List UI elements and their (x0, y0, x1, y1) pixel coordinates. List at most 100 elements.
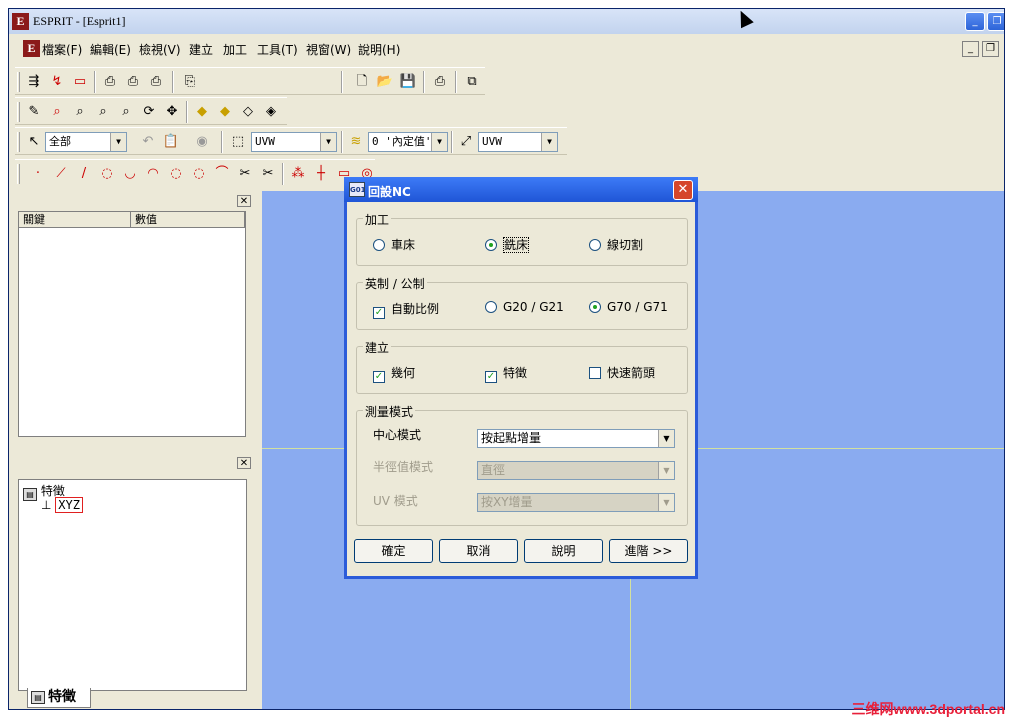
dialog-title: 回設NC (368, 185, 411, 199)
open-folder-icon[interactable]: 📂 (376, 73, 394, 91)
import-icon[interactable]: ⇶ (25, 73, 43, 91)
stop-icon[interactable]: ◉ (193, 133, 211, 151)
pointer-icon[interactable]: ↖ (25, 133, 43, 151)
menu-create[interactable]: 建立 (189, 41, 213, 58)
circle2-icon[interactable]: ◌ (167, 165, 185, 183)
sim3-icon[interactable]: ⎙ (147, 73, 165, 91)
restore-button[interactable]: ❐ (987, 12, 1004, 31)
cross-icon[interactable]: ┼ (312, 165, 330, 183)
layer-combo[interactable]: 0 '內定值' ▼ (368, 132, 448, 152)
sim-icon[interactable]: ⎙ (101, 73, 119, 91)
select-filter-combo[interactable]: 全部 ▼ (45, 132, 127, 152)
pan-icon[interactable]: ✥ (163, 103, 181, 121)
trim-icon[interactable]: ✂ (236, 165, 254, 183)
shade-icon[interactable]: ◆ (193, 103, 211, 121)
rotate-icon[interactable]: ⟳ (140, 103, 158, 121)
arc2-icon[interactable]: ◠ (144, 165, 162, 183)
dialog-close-button[interactable]: ✕ (673, 180, 693, 200)
wireframe-icon[interactable]: ◇ (239, 103, 257, 121)
layer-icon[interactable]: ≋ (347, 133, 365, 151)
workplane-icon[interactable]: ⤢ (457, 133, 475, 151)
sim2-icon[interactable]: ⎙ (124, 73, 142, 91)
radio-wire-edm[interactable]: 線切割 (589, 236, 643, 253)
menu-file[interactable]: 檔案(F) (42, 41, 82, 58)
cancel-button[interactable]: 取消 (439, 539, 518, 563)
radio-g70-g71[interactable]: G70 / G71 (589, 300, 668, 314)
plane-icon[interactable]: ⬚ (229, 133, 247, 151)
center-mode-label: 中心模式 (373, 428, 422, 442)
print-icon[interactable]: ⎙ (431, 73, 449, 91)
fillet-icon[interactable]: ⌒ (213, 165, 231, 183)
draw-icon[interactable]: ✎ (25, 103, 43, 121)
close-icon[interactable]: ✕ (237, 457, 251, 469)
checkbox-label: 快速箭頭 (607, 366, 656, 380)
transform-icon[interactable]: ↯ (48, 73, 66, 91)
point-icon[interactable]: · (29, 165, 47, 183)
mdi-minimize-button[interactable]: _ (962, 41, 979, 57)
pattern-icon[interactable]: ⁂ (289, 165, 307, 183)
chevron-down-icon[interactable]: ▼ (110, 133, 126, 151)
menu-machining[interactable]: 加工 (223, 41, 247, 58)
help-button[interactable]: 說明 (524, 539, 603, 563)
radio-lathe[interactable]: 車床 (373, 236, 415, 253)
radio-g20-g21[interactable]: G20 / G21 (485, 300, 564, 314)
new-file-icon[interactable]: 🗋 (353, 73, 371, 91)
chevron-down-icon[interactable]: ▼ (320, 133, 336, 151)
menu-edit[interactable]: 編輯(E) (90, 41, 131, 58)
zoom-window-icon[interactable]: ⌕ (48, 103, 66, 121)
trim2-icon[interactable]: ✂ (259, 165, 277, 183)
radio-mill[interactable]: 銑床 (485, 236, 530, 253)
chevron-down-icon[interactable]: ▼ (658, 430, 674, 447)
checkbox-label: 幾何 (391, 366, 416, 380)
arc-icon[interactable]: ◡ (121, 165, 139, 183)
workplane-combo[interactable]: UVW ▼ (478, 132, 558, 152)
tab-features[interactable]: ▤ 特徵 (27, 688, 91, 708)
checkbox-auto-scale[interactable]: ✓ 自動比例 (373, 300, 439, 319)
column-header-key[interactable]: 關鍵 (19, 212, 131, 228)
center-mode-select[interactable]: 按起點增量 ▼ (477, 429, 675, 448)
toolbar-separator (282, 163, 284, 185)
checkbox-box (589, 367, 601, 379)
zoom-fit-icon[interactable]: ⌕ (117, 103, 135, 121)
chevron-down-icon[interactable]: ▼ (431, 133, 447, 151)
toolbar-separator (341, 131, 343, 153)
undo-icon[interactable]: ↶ (139, 133, 157, 151)
line2-icon[interactable]: / (75, 165, 93, 183)
select-value: 直徑 (481, 463, 506, 477)
circle3-icon[interactable]: ◌ (190, 165, 208, 183)
line-icon[interactable]: ⟋ (52, 165, 70, 183)
checkbox-features[interactable]: ✓ 特徵 (485, 364, 527, 383)
frame-icon[interactable]: ▭ (71, 73, 89, 91)
nc-icon[interactable]: ⎘ (181, 73, 199, 91)
toolbar-separator (186, 101, 188, 123)
feature-tree[interactable]: ▤ 特徵 ⊥ XYZ (18, 479, 247, 691)
close-icon[interactable]: ✕ (237, 195, 251, 207)
copy-icon[interactable]: ⧉ (463, 73, 481, 91)
radio-indicator (485, 239, 497, 251)
zoom-in-icon[interactable]: ⌕ (71, 103, 89, 121)
checkbox-fast-arrow[interactable]: 快速箭頭 (589, 364, 655, 381)
minimize-button[interactable]: _ (965, 12, 985, 31)
paste-icon[interactable]: 📋 (162, 133, 180, 151)
hidden-line-icon[interactable]: ◈ (262, 103, 280, 121)
shade2-icon[interactable]: ◆ (216, 103, 234, 121)
plane-combo[interactable]: UVW ▼ (251, 132, 337, 152)
advanced-button[interactable]: 進階 >> (609, 539, 688, 563)
check-mark-icon: ✓ (373, 307, 385, 319)
circle-icon[interactable]: ◌ (98, 165, 116, 183)
properties-list[interactable]: 關鍵 數值 (18, 211, 246, 437)
radio-indicator (589, 239, 601, 251)
zoom-out-icon[interactable]: ⌕ (94, 103, 112, 121)
checkbox-geometry[interactable]: ✓ 幾何 (373, 364, 415, 383)
tree-item-xyz[interactable]: ⊥ XYZ (41, 497, 83, 513)
menu-view[interactable]: 檢視(V) (139, 41, 181, 58)
chevron-down-icon[interactable]: ▼ (541, 133, 557, 151)
save-icon[interactable]: 💾 (399, 73, 417, 91)
mdi-restore-button[interactable]: ❐ (982, 41, 999, 57)
menu-help[interactable]: 說明(H) (358, 41, 400, 58)
menu-tools[interactable]: 工具(T) (257, 41, 298, 58)
column-header-value[interactable]: 數值 (131, 212, 245, 228)
ok-button[interactable]: 確定 (354, 539, 433, 563)
group-label: 測量模式 (363, 403, 416, 420)
menu-window[interactable]: 視窗(W) (306, 41, 351, 58)
